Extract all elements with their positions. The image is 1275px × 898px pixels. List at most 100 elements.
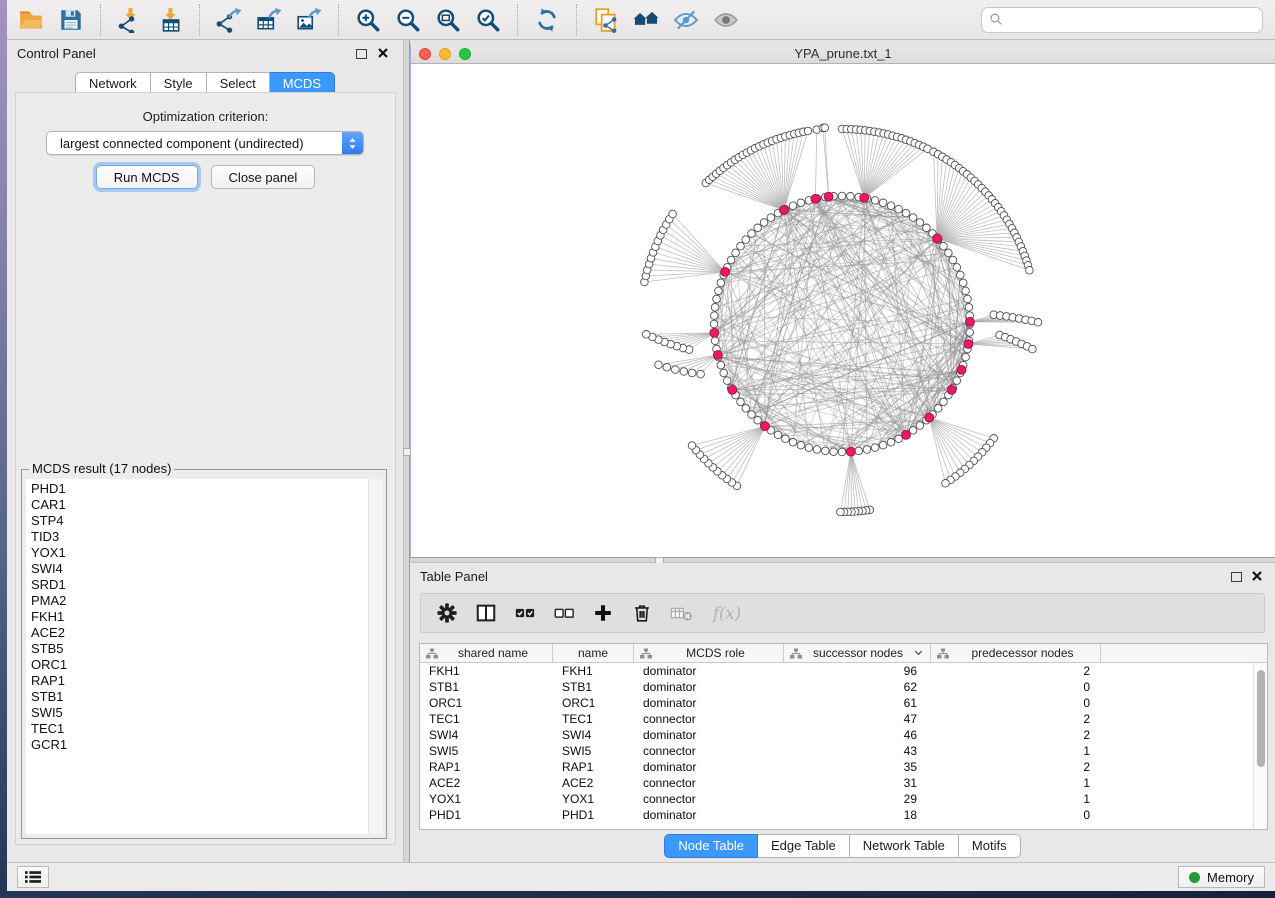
export-table-button[interactable] <box>249 2 289 38</box>
settings-icon <box>436 602 458 624</box>
export-image-icon <box>296 7 322 33</box>
import-network-button[interactable] <box>110 2 150 38</box>
result-node-item[interactable]: STB1 <box>31 689 364 705</box>
close-panel-icon[interactable] <box>1251 570 1263 582</box>
task-history-button[interactable] <box>17 866 49 888</box>
duplicate-network-button[interactable] <box>586 2 626 38</box>
result-node-item[interactable]: YOX1 <box>31 545 364 561</box>
result-node-item[interactable]: PMA2 <box>31 593 364 609</box>
cell-mcds-role: dominator <box>634 680 784 694</box>
cell-mcds-role: dominator <box>634 664 784 678</box>
result-node-item[interactable]: SWI5 <box>31 705 364 721</box>
table-row[interactable]: STB1 STB1 dominator 62 0 <box>420 679 1253 695</box>
mcds-result-list: PHD1CAR1STP4TID3YOX1SWI4SRD1PMA2FKH1ACE2… <box>26 479 382 834</box>
result-node-item[interactable]: FKH1 <box>31 609 364 625</box>
close-panel-button[interactable]: Close panel <box>211 165 316 189</box>
settings-button[interactable] <box>436 602 458 624</box>
delete-column-button[interactable] <box>631 602 653 624</box>
save-session-button[interactable] <box>51 2 91 38</box>
add-column-button[interactable] <box>592 602 614 624</box>
vertical-splitter[interactable] <box>403 40 410 862</box>
first-neighbors-button[interactable] <box>626 2 666 38</box>
import-table-button[interactable] <box>150 2 190 38</box>
column-header-successor-nodes[interactable]: successor nodes <box>784 644 931 662</box>
result-node-item[interactable]: ACE2 <box>31 625 364 641</box>
criterion-dropdown[interactable]: largest connected component (undirected) <box>46 131 364 155</box>
scrollbar-thumb[interactable] <box>1257 670 1265 767</box>
result-node-item[interactable]: GCR1 <box>31 737 364 753</box>
import-table-icon <box>157 7 183 33</box>
deselect-all-columns-button[interactable] <box>553 602 575 624</box>
tab-node-table[interactable]: Node Table <box>664 834 758 858</box>
close-panel-icon[interactable] <box>377 47 389 59</box>
cell-successor-nodes: 43 <box>784 744 931 758</box>
table-row[interactable]: TEC1 TEC1 connector 47 2 <box>420 711 1253 727</box>
network-view-frame: YPA_prune.txt_1 <box>410 44 1275 557</box>
table-row[interactable]: RAP1 RAP1 dominator 35 2 <box>420 759 1253 775</box>
refresh-button[interactable] <box>527 2 567 38</box>
memory-status-icon <box>1189 872 1200 883</box>
result-node-item[interactable]: SWI4 <box>31 561 364 577</box>
memory-button[interactable]: Memory <box>1178 866 1265 888</box>
column-header-predecessor-nodes[interactable]: predecessor nodes <box>931 644 1101 662</box>
table-row[interactable]: FKH1 FKH1 dominator 96 2 <box>420 663 1253 679</box>
hide-selected-button[interactable] <box>666 2 706 38</box>
result-node-item[interactable]: TID3 <box>31 529 364 545</box>
zoom-fit-button[interactable] <box>428 2 468 38</box>
splitter-grip[interactable] <box>403 448 411 456</box>
column-header-name[interactable]: name <box>553 644 634 662</box>
cell-successor-nodes: 96 <box>784 664 931 678</box>
zoom-out-icon <box>395 7 421 33</box>
table-row[interactable]: YOX1 YOX1 connector 29 1 <box>420 791 1253 807</box>
export-image-button[interactable] <box>289 2 329 38</box>
cell-name: ORC1 <box>553 696 634 710</box>
table-row[interactable]: ACE2 ACE2 connector 31 1 <box>420 775 1253 791</box>
column-header-MCDS-role[interactable]: MCDS role <box>634 644 784 662</box>
control-panel-header: Control Panel <box>7 46 403 66</box>
result-node-item[interactable]: RAP1 <box>31 673 364 689</box>
result-node-item[interactable]: ORC1 <box>31 657 364 673</box>
mcds-result-group: MCDS result (17 nodes) PHD1CAR1STP4TID3Y… <box>21 469 387 839</box>
cell-mcds-role: dominator <box>634 696 784 710</box>
toolbar-separator <box>100 4 101 36</box>
result-node-item[interactable]: STP4 <box>31 513 364 529</box>
result-node-item[interactable]: PHD1 <box>31 481 364 497</box>
result-node-item[interactable]: STB5 <box>31 641 364 657</box>
table-row[interactable]: SWI4 SWI4 dominator 46 2 <box>420 727 1253 743</box>
tab-edge-table[interactable]: Edge Table <box>758 834 850 858</box>
cell-shared-name: SWI4 <box>420 728 553 742</box>
tab-network-table[interactable]: Network Table <box>850 834 959 858</box>
column-header-shared-name[interactable]: shared name <box>420 644 553 662</box>
float-panel-icon[interactable] <box>356 49 367 59</box>
run-mcds-button[interactable]: Run MCDS <box>96 165 198 189</box>
open-file-button[interactable] <box>11 2 51 38</box>
show-all-button[interactable] <box>706 2 746 38</box>
zoom-in-button[interactable] <box>348 2 388 38</box>
float-panel-icon[interactable] <box>1231 572 1242 582</box>
network-graph[interactable] <box>411 64 1275 557</box>
select-all-columns-button[interactable] <box>514 602 536 624</box>
search-input[interactable] <box>1009 12 1255 27</box>
show-all-icon <box>713 7 739 33</box>
table-scrollbar[interactable] <box>1253 663 1267 829</box>
result-node-item[interactable]: CAR1 <box>31 497 364 513</box>
table-row[interactable]: PHD1 PHD1 dominator 18 0 <box>420 807 1253 823</box>
cell-predecessor-nodes: 1 <box>931 776 1101 790</box>
column-layout-button[interactable] <box>475 602 497 624</box>
main-toolbar <box>7 0 1275 40</box>
result-node-item[interactable]: TEC1 <box>31 721 364 737</box>
zoom-selected-icon <box>475 7 501 33</box>
result-list-scrollbar[interactable] <box>368 479 382 834</box>
cell-successor-nodes: 62 <box>784 680 931 694</box>
table-row[interactable]: SWI5 SWI5 connector 43 1 <box>420 743 1253 759</box>
control-panel-title: Control Panel <box>17 46 96 61</box>
result-node-item[interactable]: SRD1 <box>31 577 364 593</box>
function-builder-button: f(x) <box>711 602 744 624</box>
zoom-selected-button[interactable] <box>468 2 508 38</box>
network-canvas[interactable] <box>411 64 1275 557</box>
export-network-button[interactable] <box>209 2 249 38</box>
column-layout-icon <box>475 602 497 624</box>
zoom-out-button[interactable] <box>388 2 428 38</box>
table-row[interactable]: ORC1 ORC1 dominator 61 0 <box>420 695 1253 711</box>
tab-motifs[interactable]: Motifs <box>959 834 1021 858</box>
